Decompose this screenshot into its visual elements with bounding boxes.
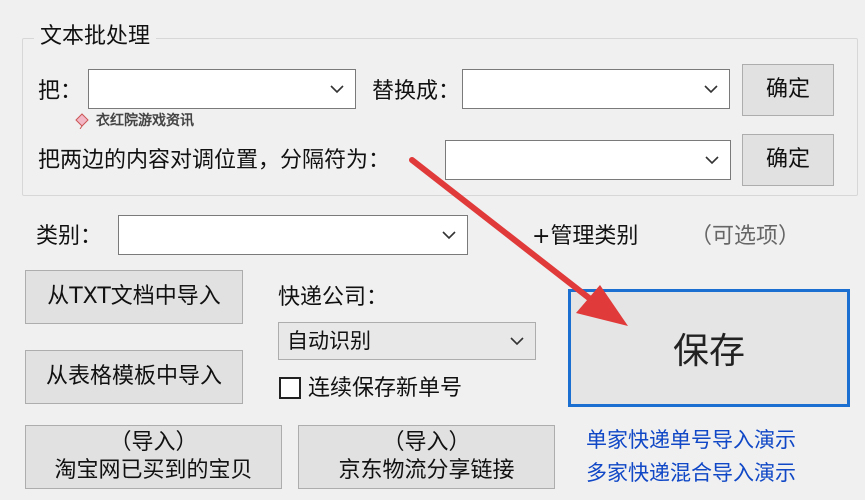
annotation-arrow — [409, 157, 628, 326]
